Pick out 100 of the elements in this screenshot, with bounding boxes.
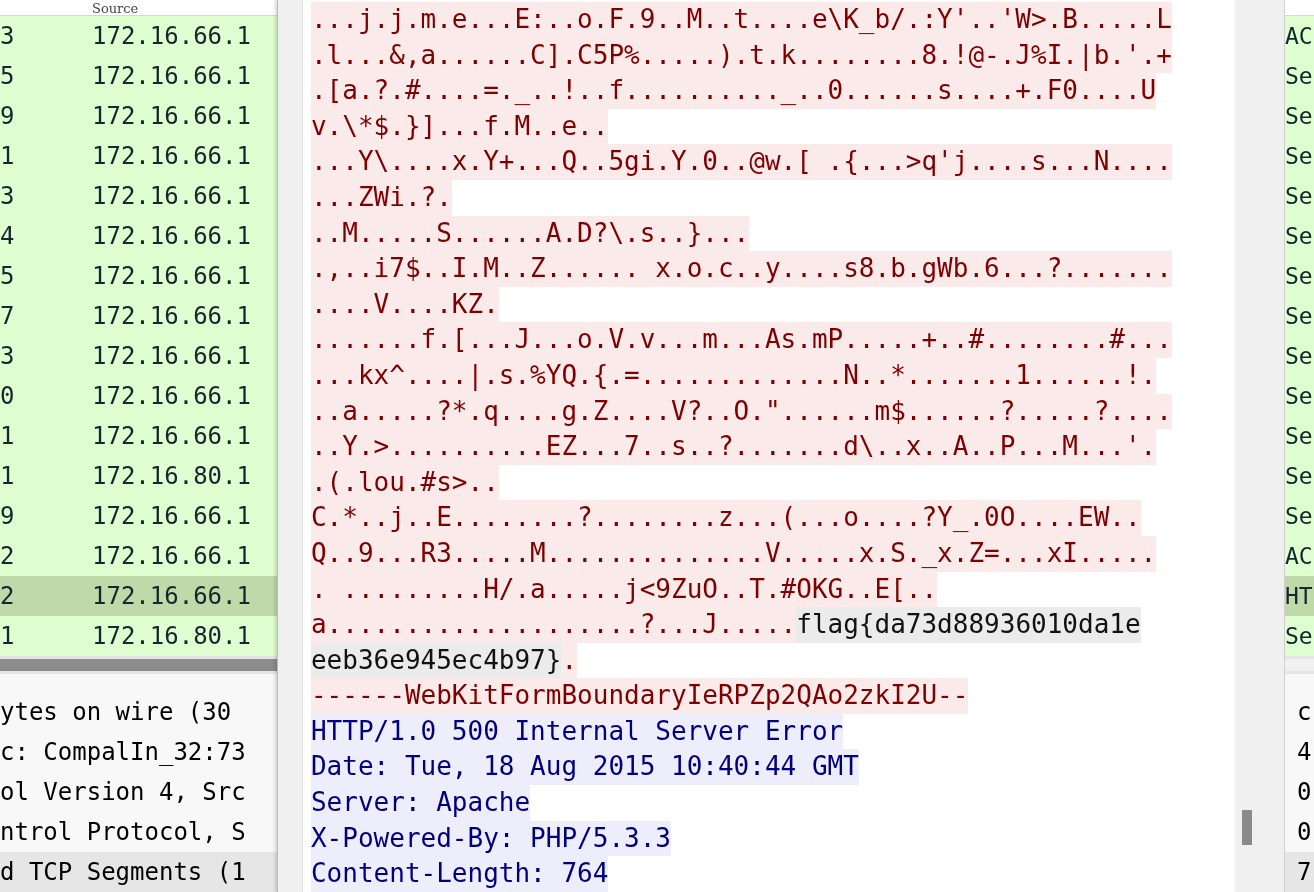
stream-text: X-Powered-By: PHP/5.3.3 — [310, 820, 671, 857]
packet-row[interactable]: Se — [1285, 335, 1314, 376]
stream-text: ...Y\....x.Y+...Q..5gi.Y.0..@w.[ .{...>q'j....s...N.... — [310, 144, 1172, 180]
packet-row[interactable]: 3 172.16.66.1 — [0, 15, 277, 56]
stream-text: ..Y.>..........EZ...7..s..?.......d\..x..A..P...M...'. — [310, 429, 1157, 465]
table-cell-text: 3 — [0, 341, 16, 370]
stream-text: ....V....KZ. — [310, 286, 499, 323]
packet-row[interactable]: 7 172.16.66.1 — [0, 295, 277, 336]
stream-text: a....................?...J..... — [310, 607, 797, 643]
packet-row[interactable]: 4 172.16.66.1 — [0, 215, 277, 256]
packet-row[interactable]: 5 172.16.66.1 — [0, 255, 277, 296]
detail-row[interactable]: ol Version 4, Src — [0, 772, 277, 812]
packet-row[interactable]: Se — [1285, 255, 1314, 296]
packet-row[interactable]: Se — [1285, 415, 1314, 456]
table-cell: 172.16.66.1 — [92, 21, 251, 50]
table-cell-text: 1 — [0, 461, 16, 490]
table-cell: Se — [1285, 622, 1313, 649]
packet-row[interactable]: 3 172.16.66.1 — [0, 175, 277, 216]
stream-text: C.*..j..E........?........z...(...o....?Y_.0O....EW.. — [310, 500, 1141, 536]
packet-row[interactable]: 9 172.16.66.1 — [0, 95, 277, 136]
packet-row[interactable]: Se — [1285, 55, 1314, 96]
table-cell: 172.16.66.1 — [92, 61, 251, 90]
stream-text: Q..9...R3.....M..............V.....x.S._x.Z=...xI..... — [310, 535, 1157, 572]
packet-row[interactable]: 2 172.16.66.1 — [0, 535, 277, 576]
packet-row[interactable]: HT — [1285, 575, 1314, 616]
table-cell-text: 5 — [0, 261, 16, 290]
column-header[interactable]: Source — [0, 0, 277, 16]
table-cell-text: 1 — [0, 141, 16, 170]
packet-row[interactable]: AC — [1285, 535, 1314, 576]
table-cell: 172.16.66.1 — [92, 261, 251, 290]
table-cell: 172.16.66.1 — [92, 341, 251, 370]
table-cell: AC — [1285, 542, 1313, 569]
hex-byte: 0 — [1296, 817, 1313, 848]
hex-byte: 4 — [1296, 737, 1313, 768]
stream-text: ..M.....S......A.D?\.s..}... — [310, 215, 750, 252]
packet-row[interactable]: Se — [1285, 615, 1314, 656]
table-cell-text: 9 — [0, 101, 16, 130]
table-cell: Se — [1285, 222, 1313, 249]
stream-text: Date: Tue, 18 Aug 2015 10:40:44 GMT — [310, 749, 859, 786]
stream-text: .[a.?.#....=._..!..f.........._..0......s....+.F0....U — [310, 73, 1157, 109]
detail-row[interactable]: ytes on wire (30 — [0, 692, 277, 732]
packet-row[interactable]: 1 172.16.80.1 — [0, 615, 277, 656]
table-cell: Se — [1285, 262, 1313, 289]
vertical-scrollbar[interactable] — [1235, 0, 1262, 892]
stream-text: .l...&,a......C].C5P%.....).t.k........8.!@-.J%I.|b.'.+ — [310, 37, 1172, 74]
table-cell: Se — [1285, 462, 1313, 489]
stream-text: ...ZWi.?. — [310, 179, 452, 216]
packet-row[interactable]: Se — [1285, 375, 1314, 416]
packet-row[interactable]: 3 172.16.66.1 — [0, 335, 277, 376]
packet-row[interactable]: 5 172.16.66.1 — [0, 55, 277, 96]
detail-row[interactable]: c: CompalIn_32:73 — [0, 732, 277, 772]
stream-text: .(.lou.#s>.. — [310, 464, 499, 501]
table-cell-text: 3 — [0, 181, 16, 210]
packet-row[interactable]: 1 172.16.66.1 — [0, 135, 277, 176]
packet-row[interactable]: 1 172.16.66.1 — [0, 415, 277, 456]
stream-text: .......f.[...J...o.V.v...m...As.mP.....+..#........#... — [310, 322, 1172, 358]
table-cell-text: 0 — [0, 381, 16, 410]
highlighted-text: flag{da73d88936010da1e — [796, 607, 1141, 643]
packet-row[interactable]: AC — [1285, 15, 1314, 56]
table-cell: 172.16.66.1 — [92, 501, 251, 530]
table-cell-text: 7 — [0, 301, 16, 330]
table-cell: Se — [1285, 302, 1313, 329]
packet-row[interactable]: Se — [1285, 175, 1314, 216]
scrollbar-thumb[interactable] — [1242, 810, 1253, 845]
table-cell: 172.16.66.1 — [92, 301, 251, 330]
packet-row[interactable]: Se — [1285, 95, 1314, 136]
table-cell: 172.16.66.1 — [92, 541, 251, 570]
packet-row[interactable]: 1 172.16.80.1 — [0, 455, 277, 496]
table-cell: Se — [1285, 102, 1313, 129]
table-cell-text: 5 — [0, 61, 16, 90]
table-cell: 172.16.66.1 — [92, 101, 251, 130]
packet-row[interactable]: Se — [1285, 135, 1314, 176]
packet-row[interactable]: 9 172.16.66.1 — [0, 495, 277, 536]
table-cell: Se — [1285, 382, 1313, 409]
detail-row[interactable]: ntrol Protocol, S — [0, 812, 277, 852]
table-cell: Se — [1285, 502, 1313, 529]
table-cell: Se — [1285, 422, 1313, 449]
packet-row[interactable]: Se — [1285, 295, 1314, 336]
detail-row[interactable]: d TCP Segments (1 — [0, 852, 277, 892]
stream-text: Content-Length: 764 — [310, 856, 609, 892]
table-cell: 172.16.80.1 — [92, 621, 251, 650]
hex-byte: 0 — [1296, 777, 1313, 808]
table-cell-text: 2 — [0, 581, 16, 610]
hex-byte: c — [1296, 697, 1313, 728]
stream-text: .,..i7$..I.M..Z...... x.o.c..y....s8.b.gWb.6...?....... — [310, 251, 1172, 287]
stream-text: ...kx^....|.s.%YQ.{.=.............N..*.......1......!. — [310, 357, 1157, 394]
table-cell: 172.16.66.1 — [92, 381, 251, 410]
stream-text: . — [561, 642, 578, 679]
packet-row[interactable]: 0 172.16.66.1 — [0, 375, 277, 416]
stream-text: ------WebKitFormBoundaryIeRPZp2QAo2zkI2U-- — [310, 678, 969, 714]
packet-row[interactable]: Se — [1285, 495, 1314, 536]
table-cell: 172.16.66.1 — [92, 141, 251, 170]
packet-row[interactable]: 2 172.16.66.1 — [0, 575, 277, 616]
stream-text: HTTP/1.0 500 Internal Server Error — [310, 713, 844, 750]
table-cell: Se — [1285, 342, 1313, 369]
hex-byte: 7 — [1285, 852, 1314, 892]
table-cell-text: 9 — [0, 501, 16, 530]
packet-row[interactable]: Se — [1285, 215, 1314, 256]
stream-text: . .........H/.a.....j<9ZuO..T.#OKG..E[.. — [310, 571, 938, 608]
packet-row[interactable]: Se — [1285, 455, 1314, 496]
